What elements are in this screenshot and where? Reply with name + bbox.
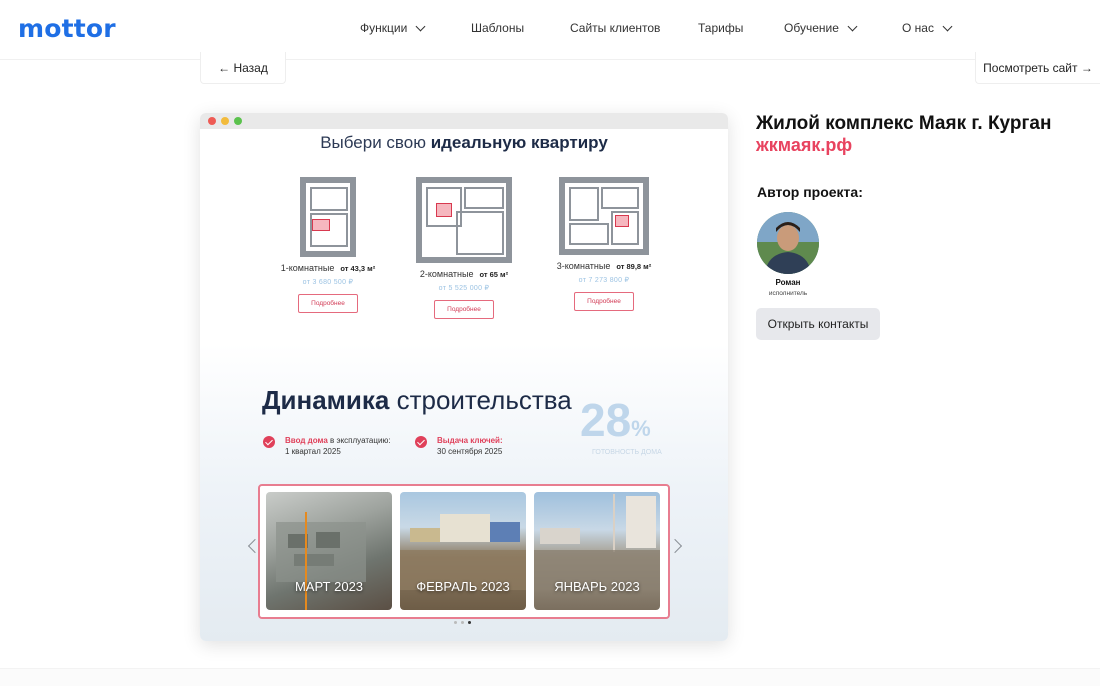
apartment-price: от 3 680 500 ₽ bbox=[302, 279, 354, 286]
check-icon bbox=[415, 436, 427, 448]
dynamics-heading: Динамика строительства bbox=[262, 385, 572, 416]
chevron-down-icon bbox=[847, 21, 858, 31]
window-close-dot bbox=[208, 117, 216, 125]
window-maximize-dot bbox=[234, 117, 242, 125]
apartment-card-2room: 2-комнатные от 65 м² от 5 525 000 ₽ Подро… bbox=[394, 177, 534, 319]
milestone-label: Ввод дома bbox=[285, 436, 328, 445]
details-button[interactable]: Подробнее bbox=[298, 294, 358, 313]
project-title: Жилой комплекс Маяк г. Курган bbox=[756, 113, 1052, 134]
apartment-rooms: 1-комнатные bbox=[280, 263, 335, 273]
back-button[interactable]: ← Назад bbox=[200, 52, 286, 84]
floor-plan-image bbox=[416, 177, 512, 263]
window-minimize-dot bbox=[221, 117, 229, 125]
browser-window-bar bbox=[200, 113, 728, 129]
avatar[interactable] bbox=[757, 212, 819, 274]
nav-item-label: Шаблоны bbox=[471, 21, 525, 35]
photo-label: МАРТ 2023 bbox=[294, 579, 364, 594]
apartment-card-3room: 3-комнатные от 89,8 м² от 7 273 800 ₽ Под… bbox=[534, 177, 674, 311]
site-preview[interactable]: Выбери свою идеальную квартиру 1-комнатн… bbox=[200, 113, 728, 641]
apartment-rooms: 2-комнатные bbox=[419, 269, 474, 279]
photo-label: ФЕВРАЛЬ 2023 bbox=[416, 579, 510, 594]
top-navigation-bar: mottor Функции Шаблоны Сайты клиентов Та… bbox=[0, 0, 1100, 60]
nav-item-about[interactable]: О нас bbox=[902, 21, 953, 35]
page-bottom-strip bbox=[0, 668, 1100, 686]
dynamics-heading-bold: Динамика bbox=[262, 385, 390, 415]
nav-item-functions[interactable]: Функции bbox=[360, 21, 426, 35]
nav-item-label: О нас bbox=[902, 21, 934, 35]
check-icon bbox=[263, 436, 275, 448]
nav-item-label: Сайты клиентов bbox=[570, 21, 661, 35]
nav-item-client-sites[interactable]: Сайты клиентов bbox=[570, 21, 660, 35]
slider-next-arrow[interactable] bbox=[667, 538, 683, 554]
apartment-area: от 43,3 м² bbox=[340, 264, 376, 273]
slider-pagination bbox=[454, 621, 471, 624]
dynamics-heading-plain: строительства bbox=[389, 385, 572, 415]
apartment-area: от 89,8 м² bbox=[616, 262, 652, 271]
floor-plan-image bbox=[559, 177, 649, 255]
milestone-label-rest: в эксплуатацию: bbox=[327, 436, 391, 445]
apartment-price: от 5 525 000 ₽ bbox=[438, 285, 490, 292]
apartment-area: от 65 м² bbox=[479, 270, 509, 279]
nav-item-pricing[interactable]: Тарифы bbox=[698, 21, 743, 35]
view-site-button[interactable]: Посмотреть сайт → bbox=[975, 52, 1100, 84]
milestone-label: Выдача ключей: bbox=[437, 436, 503, 445]
nav-item-label: Тарифы bbox=[698, 21, 744, 35]
heading-bold: идеальную квартиру bbox=[430, 133, 608, 152]
milestone-commissioning: Ввод дома в эксплуатацию: 1 квартал 2025 bbox=[263, 435, 391, 457]
heading-plain: Выбери свою bbox=[320, 133, 431, 152]
details-button[interactable]: Подробнее bbox=[574, 292, 634, 311]
readiness-caption: ГОТОВНОСТЬ ДОМА bbox=[592, 449, 662, 456]
construction-photo[interactable]: МАРТ 2023 bbox=[266, 492, 392, 610]
preview-heading: Выбери свою идеальную квартиру bbox=[200, 133, 728, 153]
construction-photo[interactable]: ФЕВРАЛЬ 2023 bbox=[400, 492, 526, 610]
apartment-card-1room: 1-комнатные от 43,3 м² от 3 680 500 ₽ Под… bbox=[258, 177, 398, 313]
milestone-keys: Выдача ключей: 30 сентября 2025 bbox=[415, 435, 503, 457]
author-heading: Автор проекта: bbox=[757, 184, 863, 200]
preview-site-content: Выбери свою идеальную квартиру 1-комнатн… bbox=[200, 129, 728, 641]
pager-dot-active[interactable] bbox=[468, 621, 471, 624]
photo-label: ЯНВАРЬ 2023 bbox=[554, 579, 640, 594]
nav-item-label: Обучение bbox=[784, 21, 839, 35]
milestone-value: 1 квартал 2025 bbox=[285, 447, 341, 456]
readiness-percent: 28% bbox=[580, 393, 651, 447]
nav-item-education[interactable]: Обучение bbox=[784, 21, 858, 35]
nav-item-templates[interactable]: Шаблоны bbox=[471, 21, 524, 35]
author-role: исполнитель bbox=[768, 290, 808, 297]
milestone-value: 30 сентября 2025 bbox=[437, 447, 503, 456]
nav-item-label: Функции bbox=[360, 21, 408, 35]
pager-dot[interactable] bbox=[454, 621, 457, 624]
readiness-value: 28 bbox=[580, 394, 632, 446]
author-name[interactable]: Роман bbox=[757, 278, 819, 287]
author-photo bbox=[757, 212, 819, 274]
floor-plan-image bbox=[300, 177, 356, 257]
apartment-caption: 3-комнатные от 89,8 м² bbox=[534, 261, 674, 271]
apartment-rooms: 3-комнатные bbox=[556, 261, 611, 271]
apartment-caption: 1-комнатные от 43,3 м² bbox=[258, 263, 398, 273]
apartment-price: от 7 273 800 ₽ bbox=[578, 277, 630, 284]
percent-sign: % bbox=[631, 416, 651, 441]
main-nav: Функции Шаблоны Сайты клиентов Тарифы Об… bbox=[0, 21, 1100, 39]
chevron-down-icon bbox=[415, 21, 426, 31]
details-button[interactable]: Подробнее bbox=[434, 300, 494, 319]
open-contacts-button[interactable]: Открыть контакты bbox=[756, 308, 880, 340]
pager-dot[interactable] bbox=[461, 621, 464, 624]
construction-photo-slider: МАРТ 2023 ФЕВРАЛЬ 2023 ЯНВАРЬ 2023 bbox=[258, 484, 670, 619]
construction-photo[interactable]: ЯНВАРЬ 2023 bbox=[534, 492, 660, 610]
project-site-link[interactable]: жкмаяк.рф bbox=[756, 135, 852, 156]
apartment-caption: 2-комнатные от 65 м² bbox=[394, 269, 534, 279]
chevron-down-icon bbox=[942, 21, 953, 31]
